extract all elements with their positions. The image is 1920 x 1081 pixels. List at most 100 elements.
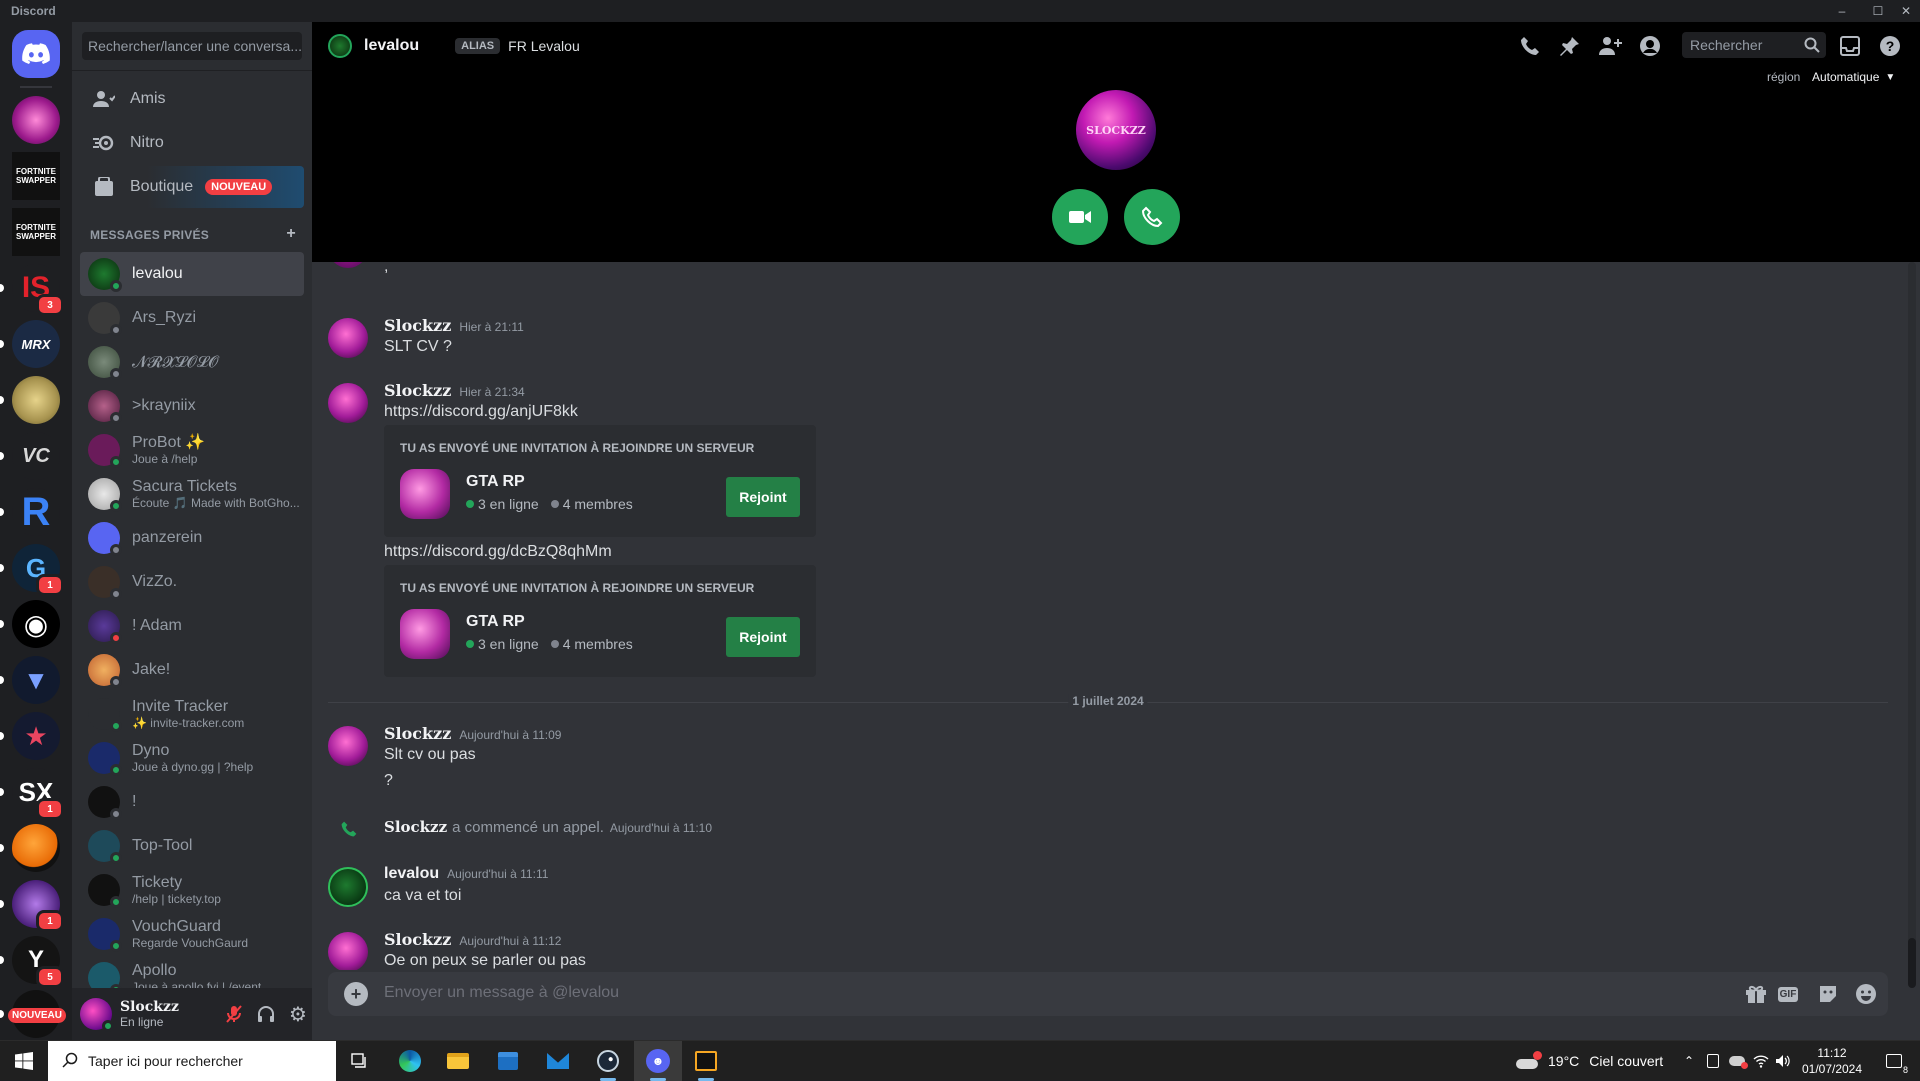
start-voice-call-icon[interactable] xyxy=(1518,34,1542,58)
user-status: En ligne xyxy=(120,1015,164,1029)
invite-joined-button[interactable]: Rejoint xyxy=(726,477,800,517)
dm-item[interactable]: Ars_Ryzi xyxy=(80,296,304,340)
invite-joined-button[interactable]: Rejoint xyxy=(726,617,800,657)
header-search-input[interactable]: Rechercher xyxy=(1682,32,1826,58)
server-fortnite-swapper-2[interactable]: FORTNITE SWAPPER xyxy=(12,208,60,256)
taskbar-search-input[interactable]: Taper ici pour rechercher xyxy=(48,1041,336,1081)
server-r[interactable]: R xyxy=(0,488,60,536)
add-friends-to-dm-icon[interactable] xyxy=(1598,34,1622,58)
server-gta-rp[interactable] xyxy=(12,96,60,144)
dm-item[interactable]: ! xyxy=(80,780,304,824)
message-avatar[interactable] xyxy=(328,867,368,907)
region-select[interactable]: Automatique ▼ xyxy=(1812,70,1895,84)
edge-browser-icon[interactable] xyxy=(386,1041,434,1081)
message-avatar[interactable] xyxy=(328,383,368,423)
dm-item[interactable]: Top-Tool xyxy=(80,824,304,868)
device-icon[interactable] xyxy=(1704,1051,1722,1071)
inbox-icon[interactable] xyxy=(1838,34,1862,58)
user-profile-icon[interactable] xyxy=(1638,34,1662,58)
invite-link[interactable]: https://discord.gg/anjUF8kk xyxy=(384,403,578,421)
nav-nitro[interactable]: Nitro xyxy=(80,122,304,164)
gif-button[interactable]: GIF xyxy=(1776,982,1800,1006)
message-avatar[interactable] xyxy=(328,318,368,358)
mail-icon[interactable] xyxy=(534,1041,582,1081)
message-author[interactable]: Slockzz xyxy=(384,724,451,743)
minimize-button[interactable]: – xyxy=(1830,0,1854,22)
notification-center-icon[interactable]: 8 xyxy=(1880,1051,1909,1075)
join-video-call-button[interactable] xyxy=(1052,189,1108,245)
weather-widget[interactable]: 19°C Ciel couvert xyxy=(1516,1041,1663,1081)
scrollbar-thumb[interactable] xyxy=(1908,938,1916,988)
gift-icon[interactable] xyxy=(1744,982,1768,1006)
join-voice-call-button[interactable] xyxy=(1124,189,1180,245)
nav-shop[interactable]: Boutique NOUVEAU xyxy=(80,166,304,208)
sticker-icon[interactable] xyxy=(1816,982,1840,1006)
recipient-name[interactable]: levalou xyxy=(364,37,419,55)
microsoft-store-icon[interactable] xyxy=(484,1041,532,1081)
dm-item[interactable]: Jake! xyxy=(80,648,304,692)
server-new[interactable]: NOUVEAU xyxy=(0,990,67,1038)
dm-item[interactable]: >krayniix xyxy=(80,384,304,428)
dm-item[interactable]: Apollo Joue à apollo.fyi | /event xyxy=(80,956,304,990)
taskbar-clock[interactable]: 11:12 01/07/2024 xyxy=(1794,1045,1870,1077)
mute-mic-icon[interactable] xyxy=(222,1002,246,1026)
server-orange[interactable] xyxy=(0,824,60,872)
message-author[interactable]: Slockzz xyxy=(384,930,451,949)
create-dm-button[interactable]: + xyxy=(286,225,296,243)
server-sx[interactable]: SX 1 xyxy=(0,768,64,820)
server-globe[interactable]: ◉ xyxy=(0,600,60,648)
onedrive-sync-icon[interactable] xyxy=(1728,1051,1748,1071)
message-input[interactable]: Envoyer un message à @levalou xyxy=(384,984,619,1002)
dm-item[interactable]: 𝓝𝓡𝓧𝓛𝓞𝓛𝓞 xyxy=(80,340,304,384)
pin-icon[interactable] xyxy=(1558,34,1582,58)
file-explorer-icon[interactable] xyxy=(434,1041,482,1081)
attach-plus-button[interactable]: + xyxy=(344,982,368,1006)
server-y[interactable]: Y5 xyxy=(0,936,64,988)
game-launcher-icon[interactable] xyxy=(682,1041,730,1081)
invite-link[interactable]: https://discord.gg/dcBzQ8qhMm xyxy=(384,543,612,561)
headphones-icon[interactable] xyxy=(254,1002,278,1026)
emoji-icon[interactable] xyxy=(1854,982,1878,1006)
message-author[interactable]: Slockzz xyxy=(384,381,451,400)
message-scrollbar[interactable] xyxy=(1908,262,1916,988)
volume-icon[interactable] xyxy=(1774,1051,1792,1071)
dm-item[interactable]: levalou xyxy=(80,252,304,296)
server-map[interactable] xyxy=(0,376,60,424)
dm-item[interactable]: ProBot ✨ Joue à /help xyxy=(80,428,304,472)
dm-item[interactable]: Dyno Joue à dyno.gg | ?help xyxy=(80,736,304,780)
server-star-shield[interactable]: ★ xyxy=(0,712,60,760)
server-mrx[interactable]: MRX xyxy=(0,320,60,368)
steam-icon[interactable] xyxy=(584,1041,632,1081)
discord-home-button[interactable] xyxy=(12,30,60,78)
gear-icon[interactable]: ⚙ xyxy=(286,1002,310,1026)
help-icon[interactable]: ? xyxy=(1878,34,1902,58)
server-wolf[interactable]: 1 xyxy=(0,880,64,932)
message-avatar[interactable] xyxy=(328,932,368,970)
message-avatar[interactable] xyxy=(328,726,368,766)
discord-taskbar-icon[interactable]: ☻ xyxy=(634,1041,682,1081)
chevron-up-icon[interactable]: ⌃ xyxy=(1680,1051,1698,1071)
message-author[interactable]: levalou xyxy=(384,865,439,883)
dm-item[interactable]: VizZo. xyxy=(80,560,304,604)
dm-item[interactable]: VouchGuard Regarde VouchGaurd xyxy=(80,912,304,956)
user-avatar[interactable] xyxy=(80,998,114,1032)
close-button[interactable]: ✕ xyxy=(1894,0,1918,22)
dm-item[interactable]: panzerein xyxy=(80,516,304,560)
server-g[interactable]: G1 xyxy=(0,544,64,596)
nav-friends[interactable]: Amis xyxy=(80,78,304,120)
message-author[interactable]: Slockzz xyxy=(384,316,451,335)
windows-start-button[interactable] xyxy=(0,1041,48,1081)
maximize-button[interactable]: ☐ xyxy=(1866,0,1890,22)
call-initiator[interactable]: Slockzz xyxy=(384,818,447,836)
dm-item[interactable]: Invite Tracker ✨ invite-tracker.com xyxy=(80,692,304,736)
dm-item[interactable]: ! Adam xyxy=(80,604,304,648)
dm-search-input[interactable]: Rechercher/lancer une conversa... xyxy=(82,32,302,60)
server-is[interactable]: IS 3 xyxy=(0,264,64,316)
wifi-icon[interactable] xyxy=(1752,1051,1770,1071)
task-view-icon[interactable] xyxy=(336,1041,384,1081)
dm-item[interactable]: Sacura Tickets Écoute 🎵 Made with BotGho.… xyxy=(80,472,304,516)
dm-item[interactable]: Tickety/help | tickety.top xyxy=(80,868,304,912)
server-fortnite-swapper-1[interactable]: FORTNITE SWAPPER xyxy=(12,152,60,200)
server-v-shield[interactable]: ▼ xyxy=(0,656,60,704)
server-vc[interactable]: VC xyxy=(0,432,60,480)
